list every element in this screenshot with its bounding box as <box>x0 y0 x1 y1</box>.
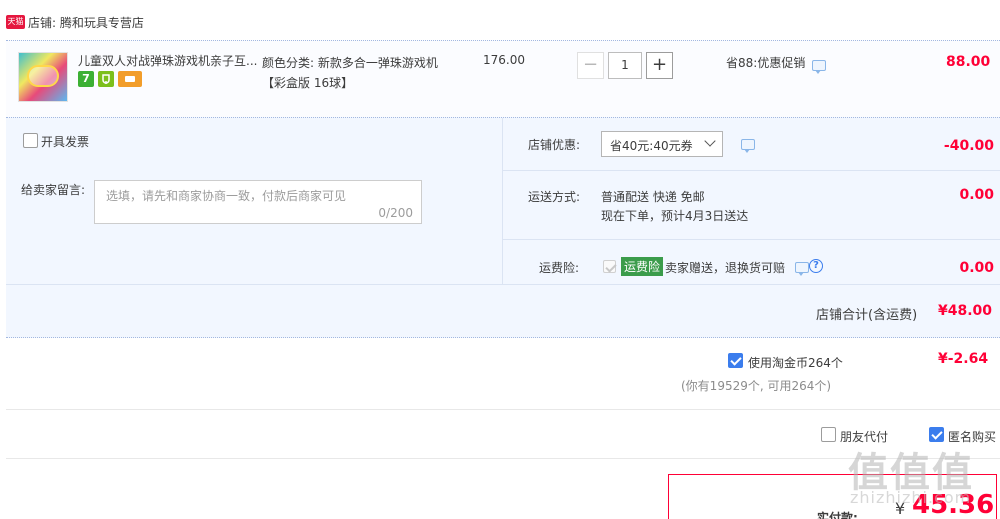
product-spec-label: 颜色分类: 新款多合一弹珠游戏机 <box>262 56 438 70</box>
quantity-stepper: − 1 + <box>577 52 673 79</box>
shipping-amount: 0.00 <box>959 187 994 203</box>
shipping-eta: 现在下单，预计4月3日送达 <box>601 209 749 223</box>
store-total-amount: ¥48.00 <box>938 303 993 319</box>
shipping-insurance-amount: 0.00 <box>959 260 994 276</box>
taobao-coin-label[interactable]: 使用淘金币264个 <box>748 354 843 371</box>
seller-note-char-count: 0/200 <box>378 206 413 220</box>
watermark-text: zhizhizhi.com <box>850 488 972 507</box>
product-thumbnail[interactable] <box>18 52 68 102</box>
shipping-insurance-checkbox <box>603 260 616 273</box>
store-total-row: 店铺合计(含运费) ¥48.00 <box>6 284 1000 338</box>
section-divider <box>6 409 1000 410</box>
invoice-checkbox[interactable] <box>23 133 38 148</box>
taobao-coin-amount: ¥-2.64 <box>938 351 989 367</box>
shipping-insurance-label: 运费险: <box>539 261 580 275</box>
unit-price: 176.00 <box>483 53 525 67</box>
discount-comment-icon[interactable] <box>741 139 755 153</box>
quantity-increase-button[interactable]: + <box>646 52 673 79</box>
seller-note-placeholder: 选填，请先和商家协商一致，付款后商家可见 <box>106 189 347 203</box>
shop-header: 天猫 店铺: 腾和玩具专营店 <box>0 0 1000 40</box>
item-subtotal: 88.00 <box>946 54 991 70</box>
shipping-method: 普通配送 快递 免邮 <box>601 190 705 204</box>
shop-discount-amount: -40.00 <box>943 138 994 154</box>
taobao-coin-note: (你有19529个, 可用264个) <box>681 379 832 393</box>
insurance-comment-icon[interactable] <box>795 262 809 276</box>
quantity-input[interactable]: 1 <box>608 52 642 79</box>
actual-payment-label: 实付款: <box>817 511 858 519</box>
shop-discount-selected: 省40元:40元券 <box>610 139 693 153</box>
order-options-panel: 开具发票 给卖家留言: 选填，请先和商家协商一致，付款后商家可见 0/200 店… <box>6 117 1000 285</box>
card-pay-icon[interactable] <box>118 71 142 87</box>
shop-name[interactable]: 店铺: 腾和玩具专营店 <box>28 14 144 31</box>
store-total-label: 店铺合计(含运费) <box>816 308 918 323</box>
quantity-decrease-button[interactable]: − <box>577 52 604 79</box>
shop-discount-label: 店铺优惠: <box>528 138 581 152</box>
shipping-insurance-badge: 运费险 <box>621 257 664 276</box>
chevron-down-icon <box>704 135 716 147</box>
options-divider <box>503 170 1000 171</box>
order-item-row: 儿童双人对战弹珠游戏机亲子互... 7 颜色分类: 新款多合一弹珠游戏机 【彩盒… <box>6 40 1000 117</box>
product-title[interactable]: 儿童双人对战弹珠游戏机亲子互... <box>78 52 260 69</box>
item-promo-text: 省88:优惠促销 <box>726 56 806 70</box>
seller-note-textarea[interactable]: 选填，请先和商家协商一致，付款后商家可见 0/200 <box>94 180 422 224</box>
shop-discount-select[interactable]: 省40元:40元券 <box>601 131 723 157</box>
product-spec-value: 【彩盒版 16球】 <box>262 76 354 90</box>
help-icon[interactable]: ? <box>809 259 823 273</box>
invoice-label[interactable]: 开具发票 <box>41 133 89 150</box>
options-divider <box>503 239 1000 240</box>
shipping-label: 运送方式: <box>528 190 581 204</box>
taobao-coin-checkbox[interactable] <box>728 353 743 368</box>
seven-day-return-icon[interactable]: 7 <box>78 71 94 87</box>
tmall-badge-icon: 天猫 <box>6 15 25 29</box>
promo-comment-icon[interactable] <box>812 60 826 74</box>
seller-note-label: 给卖家留言: <box>21 183 86 197</box>
order-options-right: 店铺优惠: 省40元:40元券 -40.00 运送方式: 普通配送 快递 免邮 … <box>502 118 1000 285</box>
shipping-insurance-text: 卖家赠送，退换货可赔 <box>665 261 786 275</box>
friend-pay-checkbox[interactable] <box>821 427 836 442</box>
guarantee-icon[interactable] <box>98 71 114 87</box>
product-image-detail <box>27 65 59 87</box>
